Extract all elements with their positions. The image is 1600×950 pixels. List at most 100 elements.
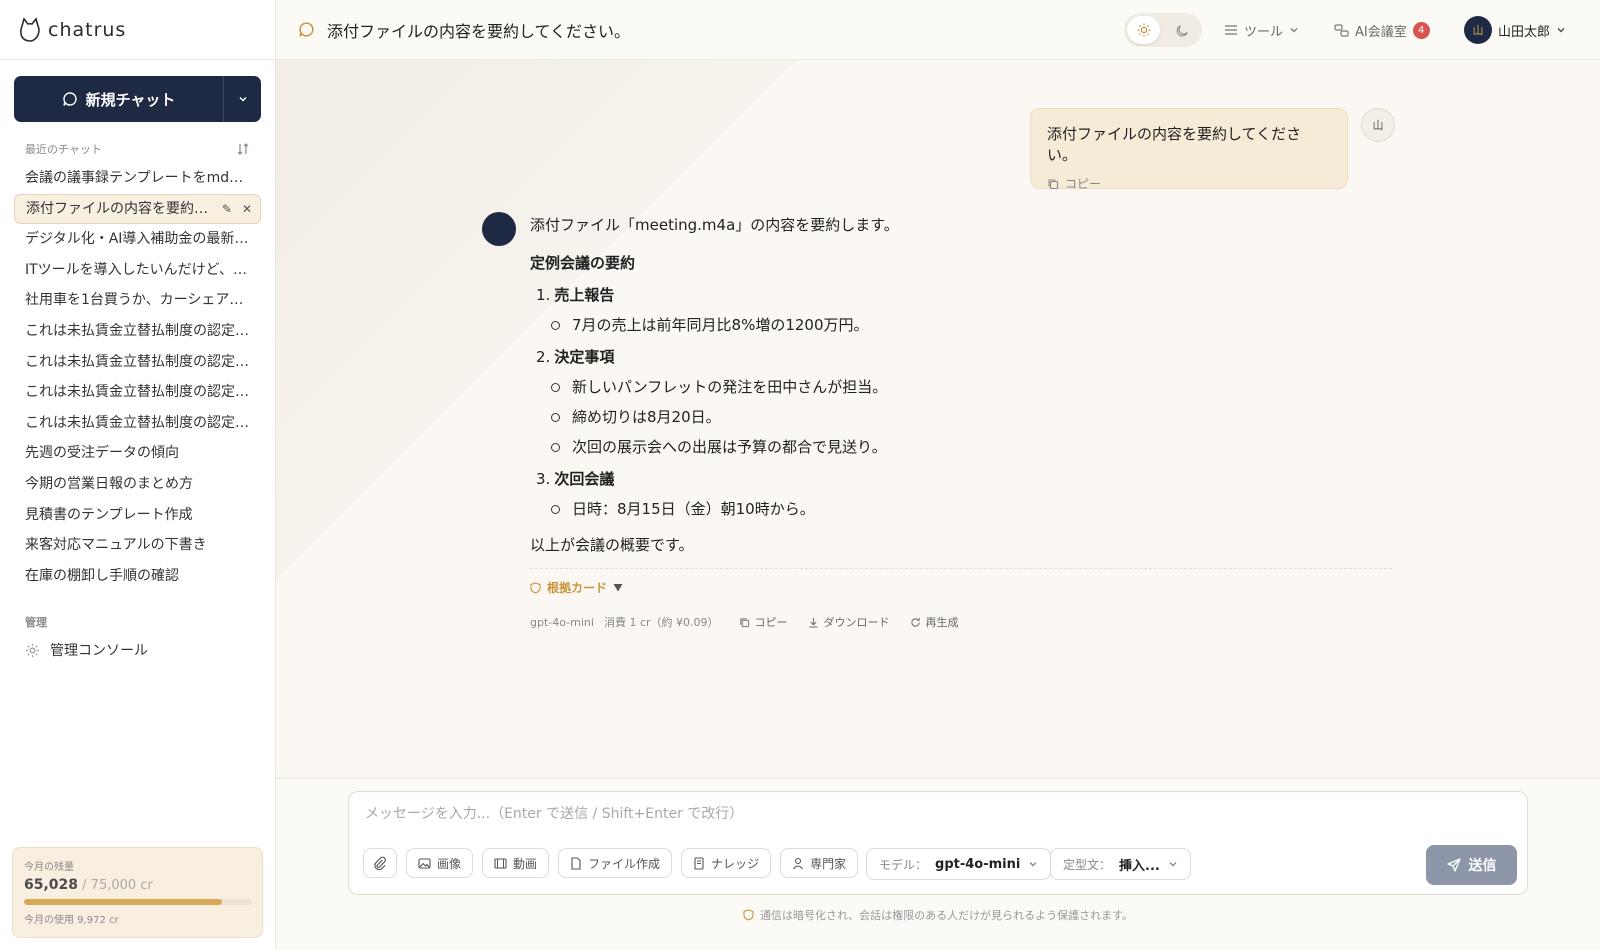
file-icon — [571, 856, 581, 870]
attach-button[interactable] — [363, 848, 397, 878]
video-button[interactable]: 動画 — [482, 848, 550, 878]
summary-bullet: 締め切りは8月20日。 — [551, 402, 1392, 432]
close-icon[interactable]: ✕ — [242, 195, 252, 224]
sort-icon[interactable] — [237, 143, 249, 155]
chat-list-item[interactable]: これは未払賃金立替払制度の認定申請書 — [14, 347, 261, 378]
admin-section-label: 管理 — [25, 616, 47, 629]
chat-list-item[interactable]: これは未払賃金立替払制度の認定申請書 — [14, 408, 261, 439]
assistant-avatar — [482, 212, 516, 246]
tools-label: ツール — [1244, 24, 1284, 40]
summary-sections: 1. 売上報告 7月の売上は前年同月比8%増の1200万円。 2. 決定事項 新しいパンフ… — [530, 284, 1392, 524]
expert-button[interactable]: 専門家 — [780, 848, 859, 878]
chat-list-item-label: 今期の営業日報のまとめ方 — [25, 475, 193, 492]
chat-list-item[interactable]: これは未払賃金立替払制度の認定申請書 — [14, 316, 261, 347]
paperclip-icon — [374, 856, 386, 870]
copy-label: コピー — [1065, 177, 1102, 191]
quota-progress-fill — [24, 899, 222, 905]
chat-list-item[interactable]: ITツールを導入したいんだけど、何から — [14, 255, 261, 286]
composer: 画像 動画 ファイル作成 ナレッジ 専門家 モデル： gpt-4o-mini 定型文： … — [348, 791, 1528, 895]
evidence-card-toggle[interactable]: 根拠カード — [530, 579, 1392, 596]
model-name: gpt-4o-mini — [530, 615, 594, 629]
regenerate-button[interactable]: 再生成 — [910, 614, 959, 630]
user-menu-button[interactable]: 山 山田太郎 — [1464, 0, 1566, 60]
chat-list-item[interactable]: これは未払賃金立替払制度の認定申請書 — [14, 377, 261, 408]
summary-section-title: 1. 売上報告 — [536, 284, 1392, 310]
model-select-value: gpt-4o-mini — [935, 856, 1021, 872]
assistant-intro: 添付ファイル「meeting.m4a」の内容を要約します。 — [530, 216, 899, 234]
send-button[interactable]: 送信 — [1426, 845, 1517, 885]
chevron-down-icon — [239, 97, 246, 102]
new-chat-dropdown-button[interactable] — [224, 76, 261, 122]
brand-name: chatrus — [48, 18, 127, 41]
download-label: ダウンロード — [823, 616, 890, 629]
send-label: 送信 — [1468, 858, 1497, 874]
chat-list-item-label: 先週の受注データの傾向 — [25, 445, 179, 462]
video-icon — [494, 857, 507, 869]
regenerate-label: 再生成 — [925, 616, 959, 629]
book-icon — [694, 856, 704, 870]
assistant-message: 添付ファイル「meeting.m4a」の内容を要約します。 定例会議の要約 1.… — [530, 214, 1392, 630]
knowledge-button[interactable]: ナレッジ — [681, 848, 772, 878]
admin-console-label: 管理コンソール — [50, 643, 148, 659]
rename-icon[interactable]: ✎ — [222, 195, 232, 224]
user-message-copy-button[interactable]: コピー — [1047, 175, 1331, 192]
ai-meeting-room-label: AI会議室 — [1355, 24, 1407, 40]
model-select-label: モデル： — [879, 857, 928, 872]
chat-list-item[interactable]: 今期の営業日報のまとめ方 — [14, 469, 261, 500]
quota-used: 今月の使用 9,972 cr — [24, 915, 119, 926]
copy-icon — [1048, 178, 1059, 189]
chat-list-item[interactable]: 在庫の棚卸し手順の確認 — [14, 561, 261, 592]
chat-list-item-label: 来客対応マニュアルの下書き — [25, 537, 207, 554]
tools-menu-button[interactable]: ツール — [1224, 0, 1299, 60]
image-button[interactable]: 画像 — [406, 848, 474, 878]
brand[interactable]: chatrus — [0, 0, 275, 60]
download-button[interactable]: ダウンロード — [808, 614, 890, 630]
tool-label: ファイル作成 — [588, 856, 661, 871]
chat-list-item[interactable]: 見積書のテンプレート作成 — [14, 500, 261, 531]
summary-section-title: 3. 次回会議 — [536, 468, 1392, 494]
quota-total: / 75,000 cr — [78, 878, 153, 893]
chat-list-item[interactable]: 会議の議事録テンプレートをmdファイルで — [14, 163, 261, 194]
recent-chats-label: 最近のチャット — [25, 143, 102, 156]
main-panel: 添付ファイルの内容を要約してください。 ツール AI会議室 4 山 山田太郎 添… — [276, 0, 1600, 950]
send-icon — [1446, 858, 1461, 872]
create-file-button[interactable]: ファイル作成 — [558, 848, 673, 878]
chat-list-item[interactable]: 添付ファイルの内容を要約してください。✎✕ — [14, 193, 261, 225]
composer-area: 画像 動画 ファイル作成 ナレッジ 専門家 モデル： gpt-4o-mini 定型文： … — [276, 778, 1600, 950]
top-bar: 添付ファイルの内容を要約してください。 ツール AI会議室 4 山 山田太郎 — [276, 0, 1600, 60]
cat-logo-icon — [20, 16, 40, 42]
chat-list-item-label: これは未払賃金立替払制度の認定申請書 — [25, 322, 261, 339]
user-message-bubble: 添付ファイルの内容を要約してください。 コピー — [1030, 108, 1348, 192]
user-message-avatar: 山 — [1361, 108, 1395, 142]
triangle-down-icon — [613, 584, 623, 592]
shield-icon — [743, 909, 754, 921]
chat-list-item[interactable]: デジタル化・AI導入補助金の最新情報 — [14, 224, 261, 255]
admin-console-link[interactable]: 管理コンソール — [25, 640, 148, 660]
light-mode-button[interactable] — [1127, 16, 1160, 44]
chat-bubble-icon — [299, 22, 314, 37]
chat-list-item[interactable]: 社用車を1台買うか、カーシェアで済ますか — [14, 285, 261, 316]
quota-value: 65,028 / 75,000 cr — [24, 877, 251, 893]
chat-list-item[interactable]: 先週の受注データの傾向 — [14, 438, 261, 469]
copy-response-button[interactable]: コピー — [739, 614, 788, 630]
chat-list-item[interactable]: 来客対応マニュアルの下書き — [14, 530, 261, 561]
dark-mode-button[interactable] — [1166, 16, 1199, 44]
tool-label: ナレッジ — [711, 856, 760, 871]
section-title-text: 決定事項 — [554, 348, 615, 366]
composer-tools: 画像 動画 ファイル作成 ナレッジ 専門家 — [363, 848, 859, 878]
sidebar: chatrus 新規チャット 最近のチャット 会議の議事録テンプレートをmdファ… — [0, 0, 276, 950]
chat-list-item-label: 社用車を1台買うか、カーシェアで済ますか — [25, 292, 261, 309]
model-select[interactable]: モデル： gpt-4o-mini — [866, 848, 1052, 880]
template-select-value: 挿入... — [1119, 858, 1160, 874]
chat-list-item-label: 会議の議事録テンプレートをmdファイルで — [25, 170, 261, 186]
app-root: chatrus 新規チャット 最近のチャット 会議の議事録テンプレートをmdファ… — [0, 0, 1600, 950]
refresh-icon — [910, 617, 920, 627]
template-select[interactable]: 定型文： 挿入... — [1050, 848, 1191, 880]
new-chat-button[interactable]: 新規チャット — [14, 76, 224, 122]
section-number: 1. — [536, 286, 551, 304]
ai-meeting-room-button[interactable]: AI会議室 4 — [1334, 0, 1430, 60]
message-input[interactable] — [365, 806, 1505, 822]
user-message-text: 添付ファイルの内容を要約してください。 — [1047, 125, 1302, 164]
new-chat-button-group: 新規チャット — [14, 76, 261, 122]
tool-label: 動画 — [513, 856, 538, 871]
